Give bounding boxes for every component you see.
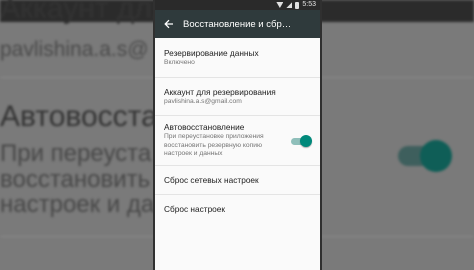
- setting-autorestore[interactable]: Автовосстановление При переустановке при…: [155, 116, 320, 166]
- arrow-left-icon: [164, 19, 173, 29]
- phone-edge: [320, 0, 322, 270]
- background-description-line: восстановить: [0, 166, 151, 193]
- signal-icon: [286, 2, 293, 8]
- background-account-label: Аккаунт для: [0, 0, 169, 25]
- setting-factory-reset[interactable]: Сброс настроек: [155, 195, 320, 224]
- toggle-knob: [300, 135, 312, 147]
- setting-title: Сброс сетевых настроек: [164, 174, 259, 185]
- app-bar: Восстановление и сбр…: [155, 10, 320, 38]
- status-time: 5:53: [302, 1, 316, 8]
- setting-title: Автовосстановление: [164, 122, 245, 133]
- setting-subtitle: pavlishina.a.s@gmail.com: [164, 97, 242, 105]
- status-bar: 5:53: [155, 0, 320, 10]
- setting-title: Сброс настроек: [164, 204, 226, 214]
- background-description-line: При переуста: [0, 140, 152, 167]
- setting-title: Резервирование данных: [164, 47, 259, 58]
- page-title: Восстановление и сбр…: [183, 18, 292, 30]
- setting-network-reset[interactable]: Сброс сетевых настроек: [155, 166, 320, 195]
- background-description-line: настроек и да: [0, 191, 155, 218]
- battery-icon: [295, 1, 300, 9]
- settings-list: Резервирование данных Включено Аккаунт д…: [155, 38, 320, 224]
- setting-backup-data[interactable]: Резервирование данных Включено: [155, 38, 320, 78]
- setting-backup-account[interactable]: Аккаунт для резервирования pavlishina.a.…: [155, 78, 320, 116]
- phone-screen: 5:53 Восстановление и сбр… Резервировани…: [155, 0, 320, 270]
- wifi-icon: [276, 2, 284, 8]
- background-toggle-knob: [420, 140, 452, 172]
- background-email: pavlishina.a.s@: [0, 38, 149, 61]
- setting-title: Аккаунт для резервирования: [164, 86, 276, 97]
- background-autorestore-label: Автовосста: [0, 100, 158, 133]
- back-button[interactable]: [155, 10, 183, 38]
- setting-subtitle: При переустановке приложения восстановит…: [164, 133, 264, 158]
- autorestore-toggle[interactable]: [291, 135, 312, 147]
- setting-subtitle: Включено: [164, 58, 195, 66]
